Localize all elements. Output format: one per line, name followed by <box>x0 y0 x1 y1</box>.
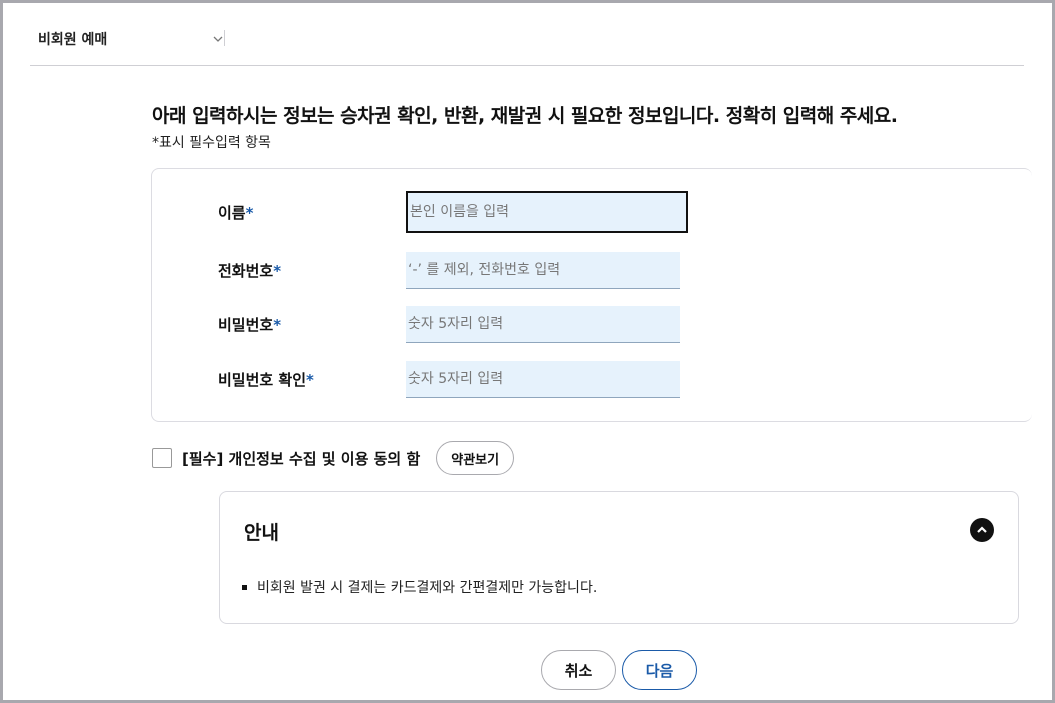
phone-row: 전화번호* <box>218 251 680 289</box>
cancel-button[interactable]: 취소 <box>541 650 616 690</box>
guide-list-item: 비회원 발권 시 결제는 카드결제와 간편결제만 가능합니다. <box>242 577 597 597</box>
booking-type-select[interactable]: 비회원 예매 <box>38 27 224 51</box>
password-confirm-input[interactable] <box>406 360 680 398</box>
guide-item-text: 비회원 발권 시 결제는 카드결제와 간편결제만 가능합니다. <box>257 580 598 596</box>
privacy-agree-label[interactable]: [필수] 개인정보 수집 및 이용 동의 함 <box>182 448 420 469</box>
phone-label: 전화번호* <box>218 261 282 280</box>
password-confirm-label: 비밀번호 확인* <box>218 370 314 389</box>
required-note: *표시 필수입력 항목 <box>152 135 271 151</box>
password-input[interactable] <box>406 305 680 343</box>
info-notice: 아래 입력하시는 정보는 승차권 확인, 반환, 재발권 시 필요한 정보입니다… <box>152 105 898 127</box>
chevron-down-icon <box>213 36 223 42</box>
password-label: 비밀번호* <box>218 315 282 334</box>
name-label: 이름* <box>218 203 254 222</box>
personal-info-form: 이름* 전화번호* 비밀번호* 비밀번호 확인* <box>151 168 1032 422</box>
bullet-icon <box>242 584 247 590</box>
header-divider <box>224 30 225 46</box>
password-row: 비밀번호* <box>218 305 680 343</box>
guide-title: 안내 <box>244 522 279 544</box>
page-header: 비회원 예매 <box>30 3 1024 66</box>
password-confirm-row: 비밀번호 확인* <box>218 360 680 398</box>
chevron-up-circle-icon[interactable] <box>970 518 994 542</box>
next-button[interactable]: 다음 <box>622 650 697 690</box>
window-frame: 비회원 예매 아래 입력하시는 정보는 승차권 확인, 반환, 재발권 시 필요… <box>0 0 1055 703</box>
phone-input[interactable] <box>406 251 680 289</box>
guide-panel: 안내 비회원 발권 시 결제는 카드결제와 간편결제만 가능합니다. <box>219 491 1019 624</box>
page-title: 비회원 예매 <box>38 32 108 48</box>
view-terms-button[interactable]: 약관보기 <box>436 441 515 475</box>
name-input[interactable] <box>406 191 688 233</box>
privacy-agree-checkbox[interactable] <box>152 448 172 468</box>
name-row: 이름* <box>218 191 688 233</box>
privacy-agreement: [필수] 개인정보 수집 및 이용 동의 함 약관보기 <box>152 439 515 477</box>
